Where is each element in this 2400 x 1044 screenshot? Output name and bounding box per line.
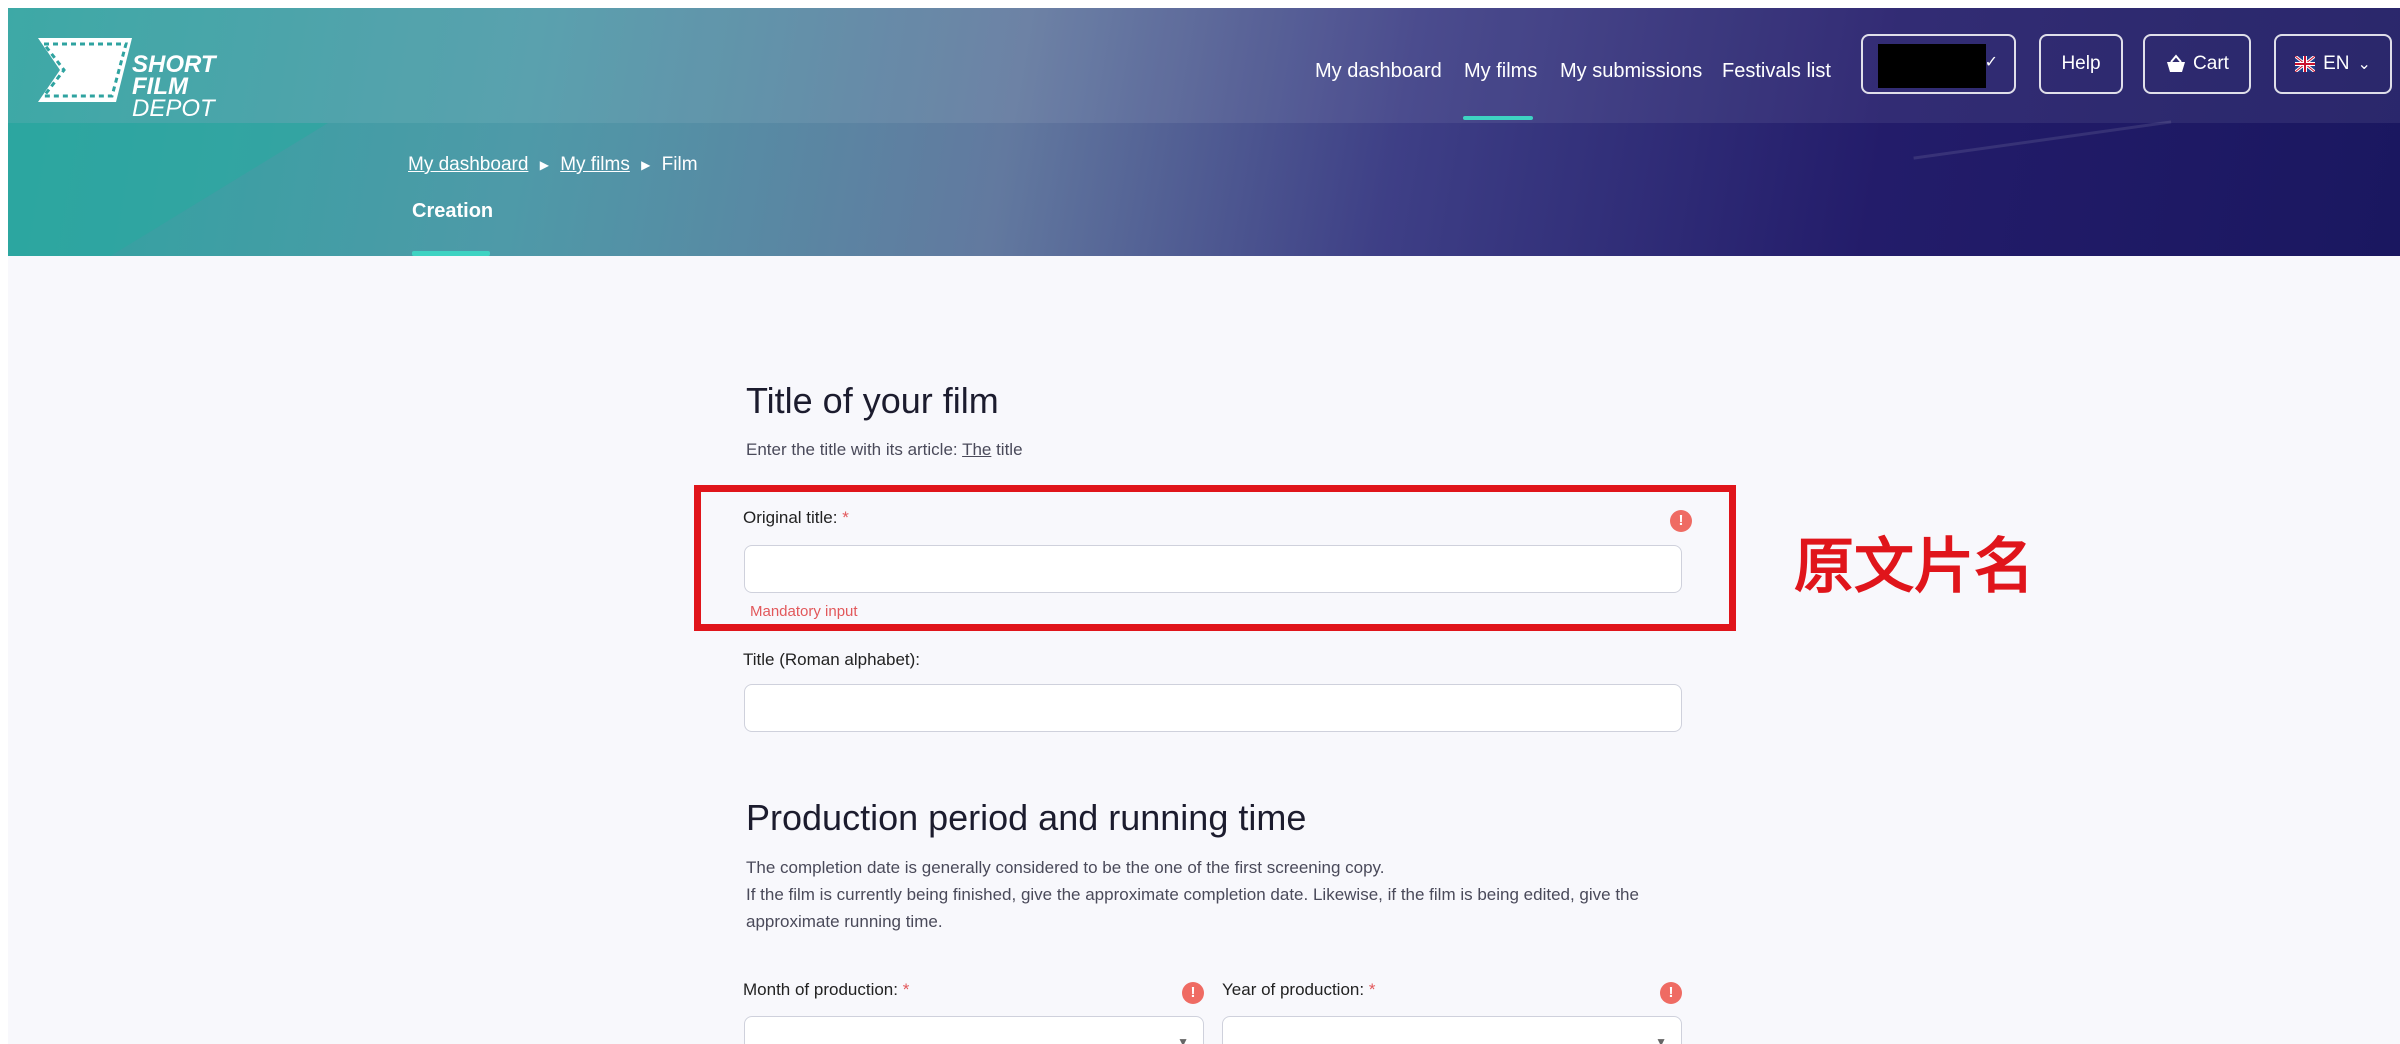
uk-flag-icon: [2295, 56, 2316, 72]
hint-prefix: Enter the title with its article:: [746, 440, 963, 459]
logo-wordmark: SHORT FILM DEPOT: [132, 53, 216, 122]
production-hint-line-1: The completion date is generally conside…: [746, 858, 1385, 877]
breadcrumb-separator-icon: ▶: [641, 158, 651, 172]
annotation-highlight-box: [694, 485, 1736, 631]
hint-article: The: [962, 440, 992, 459]
roman-title-label: Title (Roman alphabet):: [743, 650, 921, 669]
language-selector[interactable]: EN ⌄: [2274, 34, 2392, 94]
nav-my-dashboard[interactable]: My dashboard: [1315, 60, 1442, 83]
breadcrumb-separator-icon: ▶: [539, 158, 549, 172]
required-mark: *: [902, 980, 910, 999]
required-mark: *: [1368, 980, 1376, 999]
section-title-hint: Enter the title with its article: The ti…: [746, 436, 1686, 463]
roman-title-input[interactable]: [744, 684, 1682, 732]
chevron-down-icon: ⌄: [2357, 56, 2371, 73]
annotation-label: 原文片名: [1794, 532, 2034, 602]
breadcrumb: My dashboard ▶ My films ▶ Film: [408, 154, 698, 176]
hint-suffix: title: [991, 440, 1023, 459]
breadcrumb-current: Film: [661, 154, 698, 175]
header-decoration-streak: [1913, 120, 2187, 256]
section-production-heading: Production period and running time: [746, 797, 1307, 838]
production-hint-line-2: If the film is currently being finished,…: [746, 885, 1639, 931]
nav-my-films[interactable]: My films: [1464, 60, 1537, 83]
month-select[interactable]: ▼: [744, 1016, 1204, 1044]
account-menu-button[interactable]: ✓: [1861, 34, 2016, 94]
site-header: SHORT FILM DEPOT My dashboard My films M…: [8, 8, 2400, 256]
month-label-text: Month of production:: [743, 980, 898, 999]
section-production-hint: The completion date is generally conside…: [746, 854, 1686, 935]
help-label: Help: [2061, 53, 2101, 74]
logo-line-3: DEPOT: [132, 95, 215, 122]
cart-label: Cart: [2193, 53, 2229, 74]
redacted-username: [1878, 44, 1986, 88]
page: SHORT FILM DEPOT My dashboard My films M…: [8, 8, 2400, 1044]
year-select[interactable]: ▼: [1222, 1016, 1682, 1044]
month-label: Month of production: *: [743, 980, 909, 1000]
error-icon: !: [1660, 982, 1682, 1004]
year-label: Year of production: *: [1222, 980, 1375, 1000]
year-label-text: Year of production:: [1222, 980, 1365, 999]
nav-active-indicator: [1463, 116, 1533, 120]
nav-my-submissions[interactable]: My submissions: [1560, 60, 1702, 83]
cart-button[interactable]: Cart: [2143, 34, 2251, 94]
error-icon: !: [1182, 982, 1204, 1004]
header-decoration: [8, 123, 328, 256]
chevron-down-icon: ✓: [1984, 54, 1998, 71]
nav-festivals-list[interactable]: Festivals list: [1722, 60, 1831, 83]
site-logo[interactable]: SHORT FILM DEPOT: [32, 32, 232, 121]
basket-icon: [2167, 54, 2186, 72]
logo-film-icon: [38, 38, 132, 102]
tab-active-indicator: [412, 251, 490, 256]
breadcrumb-my-dashboard[interactable]: My dashboard: [408, 154, 528, 175]
section-title-heading: Title of your film: [746, 380, 999, 421]
tab-creation[interactable]: Creation: [412, 200, 493, 223]
breadcrumb-my-films[interactable]: My films: [560, 154, 630, 175]
caret-down-icon: ▼: [1177, 1035, 1189, 1044]
caret-down-icon: ▼: [1655, 1035, 1667, 1044]
help-button[interactable]: Help: [2039, 34, 2123, 94]
language-label: EN: [2323, 53, 2350, 74]
